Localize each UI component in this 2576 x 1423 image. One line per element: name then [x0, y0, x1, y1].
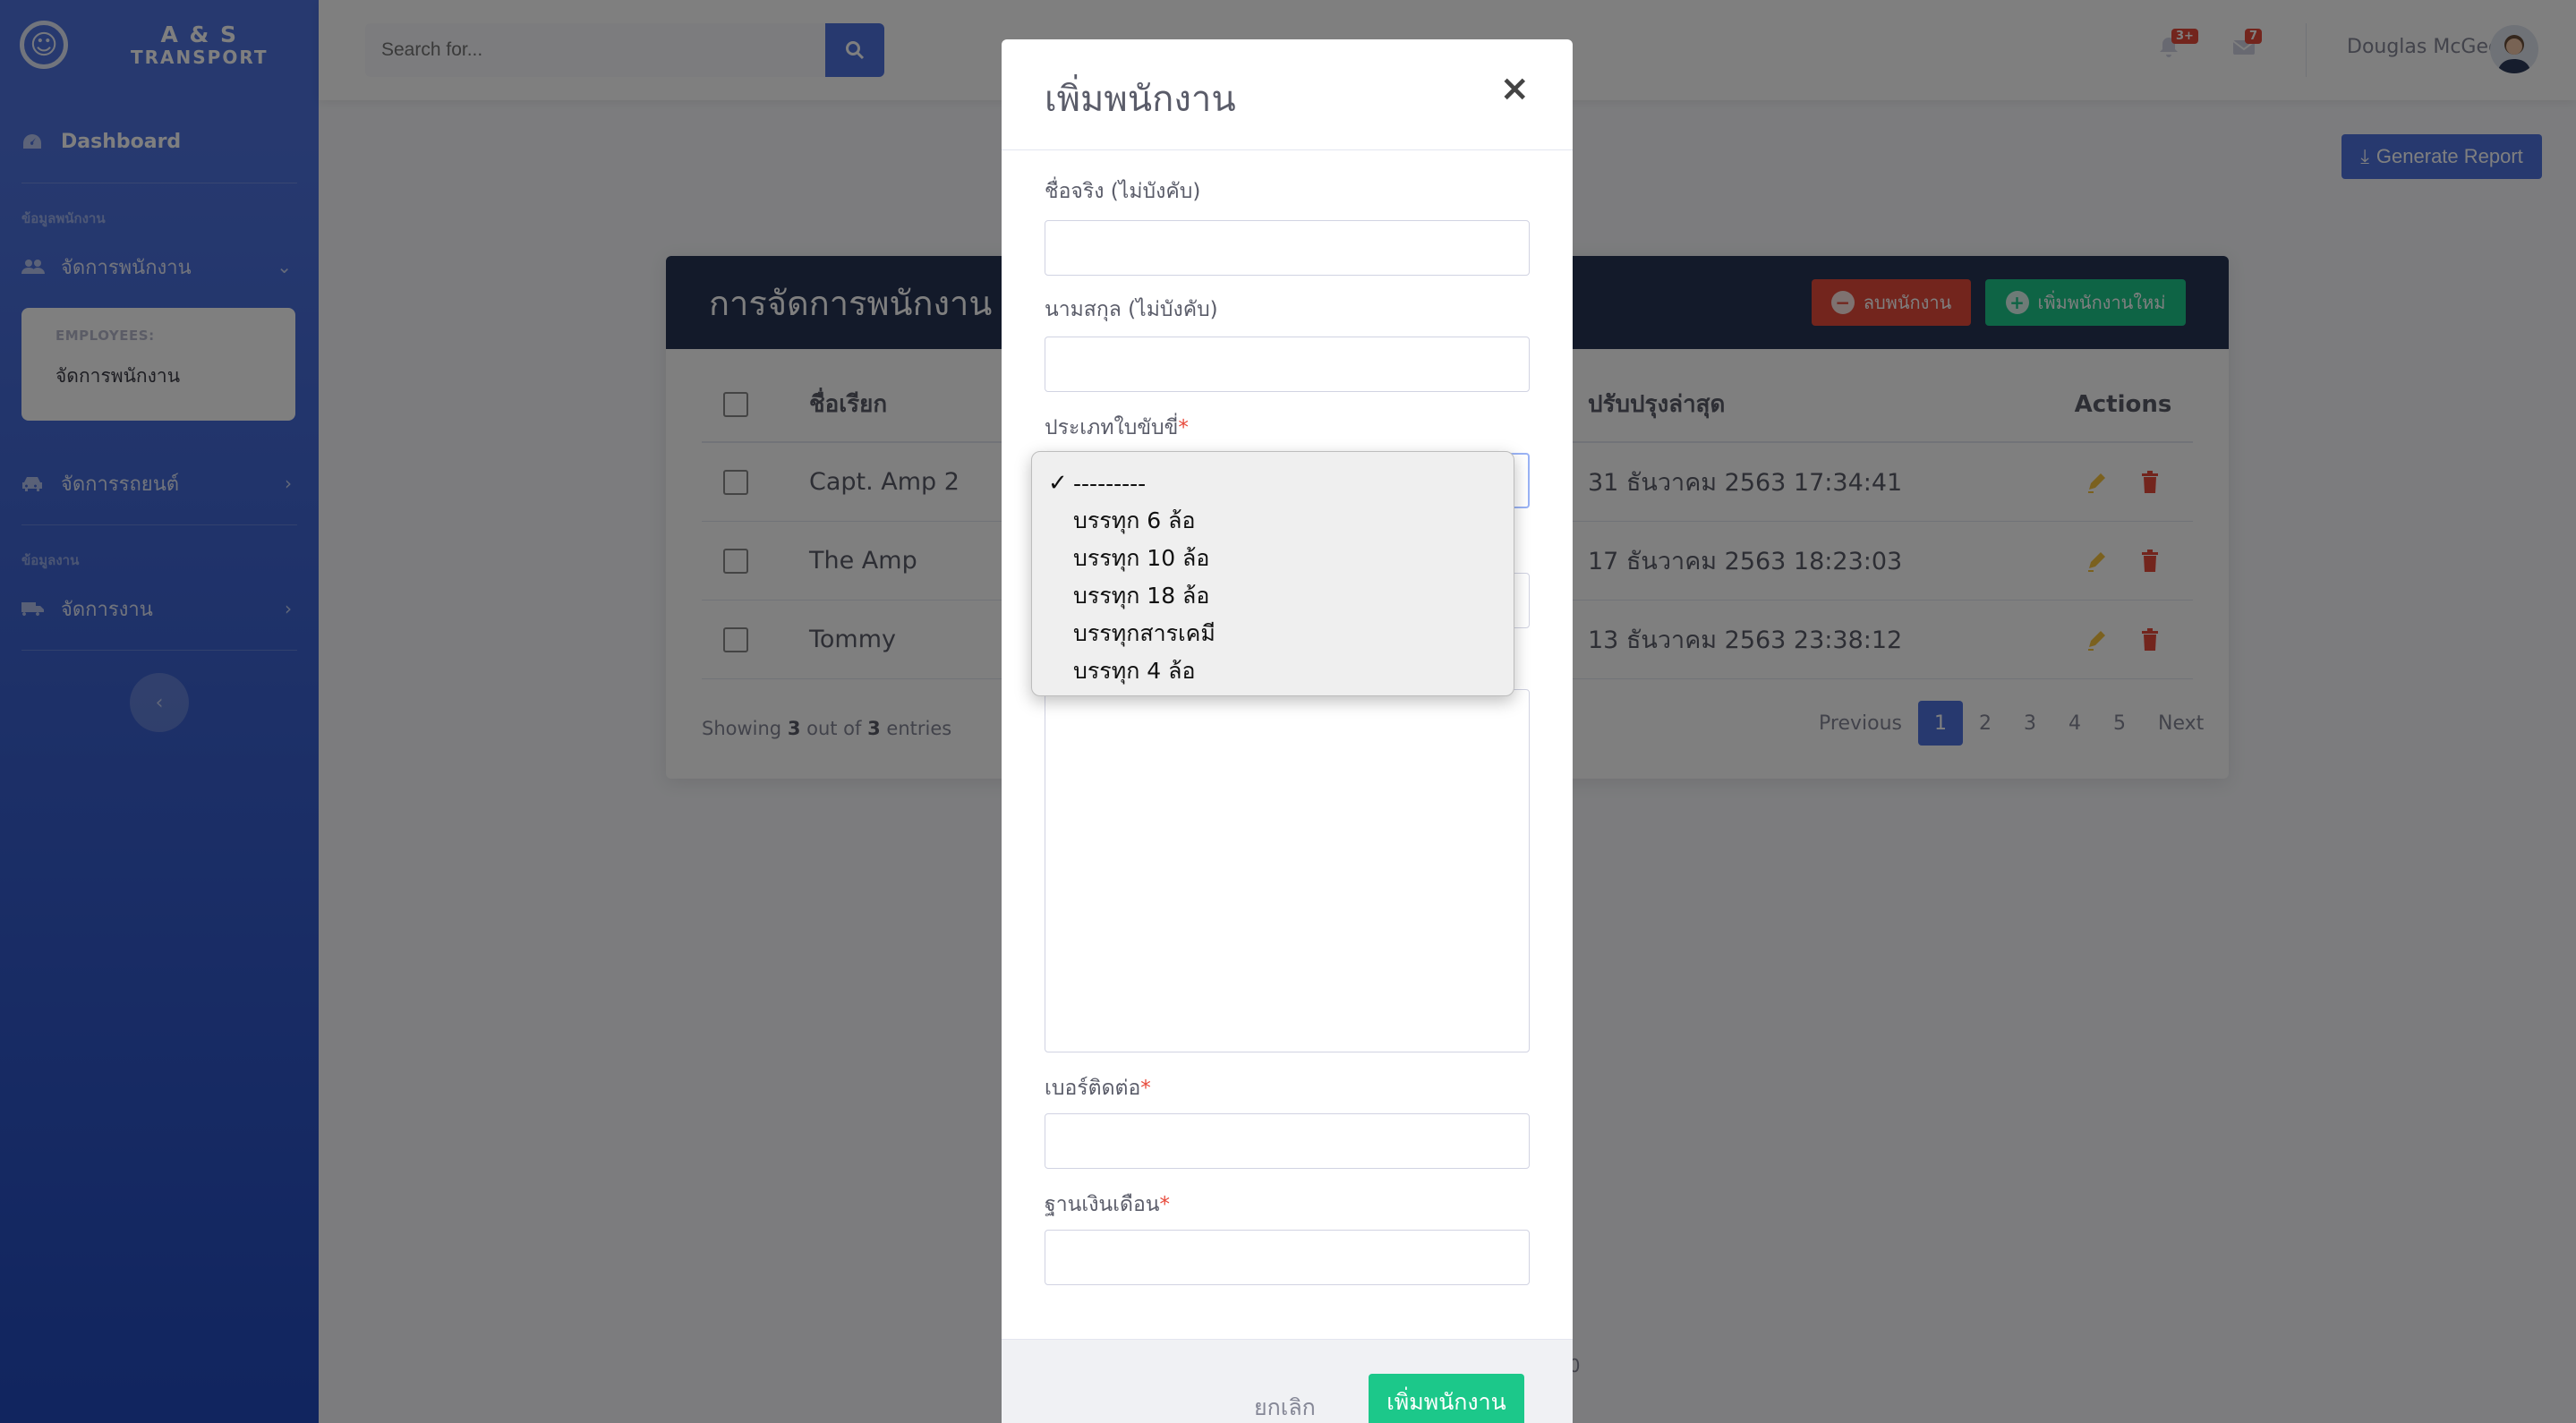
modal-header: เพิ่มพนักงาน ×: [1002, 39, 1573, 150]
submit-add-employee-button[interactable]: เพิ่มพนักงาน: [1369, 1374, 1524, 1423]
last-name-field[interactable]: [1045, 337, 1530, 392]
phone-field[interactable]: [1045, 1113, 1530, 1169]
close-icon[interactable]: ×: [1499, 68, 1530, 109]
option-label: บรรทุก 10 ล้อ: [1073, 545, 1210, 571]
salary-label: ฐานเงินเดือน*: [1045, 1189, 1170, 1221]
salary-label-text: ฐานเงินเดือน: [1045, 1193, 1160, 1216]
phone-label: เบอร์ติดต่อ*: [1045, 1072, 1151, 1104]
address-textarea[interactable]: [1045, 689, 1530, 1052]
salary-field[interactable]: [1045, 1230, 1530, 1285]
option-label: ---------: [1073, 470, 1147, 497]
option-label: บรรทุก 18 ล้อ: [1073, 583, 1210, 609]
dropdown-option[interactable]: บรรทุก 18 ล้อ: [1032, 577, 1514, 615]
add-employee-modal: เพิ่มพนักงาน × ชื่อจริง (ไม่บังคับ) นามส…: [1002, 39, 1573, 1423]
dropdown-option[interactable]: บรรทุก 10 ล้อ: [1032, 540, 1514, 577]
license-type-label-text: ประเภทใบขับขี่: [1045, 416, 1179, 439]
required-mark: *: [1140, 1077, 1151, 1100]
first-name-label: ชื่อจริง (ไม่บังคับ): [1045, 180, 1201, 203]
option-label: บรรทุกสารเคมี: [1073, 620, 1215, 646]
required-mark: *: [1178, 416, 1189, 439]
phone-label-text: เบอร์ติดต่อ: [1045, 1077, 1141, 1100]
modal-title: เพิ่มพนักงาน: [1045, 79, 1236, 120]
first-name-field[interactable]: [1045, 220, 1530, 276]
checkmark-icon: ✓: [1048, 470, 1068, 497]
cancel-button[interactable]: ยกเลิก: [1254, 1390, 1316, 1423]
dropdown-option[interactable]: บรรทุกสารเคมี: [1032, 615, 1514, 652]
dropdown-option-selected[interactable]: ✓ ---------: [1032, 464, 1514, 502]
license-type-dropdown-list: ✓ --------- บรรทุก 6 ล้อ บรรทุก 10 ล้อ บ…: [1031, 451, 1514, 696]
required-mark: *: [1159, 1193, 1170, 1216]
last-name-label: นามสกุล (ไม่บังคับ): [1045, 298, 1218, 321]
modal-footer: ยกเลิก เพิ่มพนักงาน: [1002, 1339, 1573, 1423]
option-label: บรรทุก 4 ล้อ: [1073, 658, 1196, 684]
dropdown-option[interactable]: บรรทุก 6 ล้อ: [1032, 502, 1514, 540]
license-type-label: ประเภทใบขับขี่*: [1045, 412, 1189, 444]
option-label: บรรทุก 6 ล้อ: [1073, 507, 1196, 533]
dropdown-option[interactable]: บรรทุก 4 ล้อ: [1032, 652, 1514, 690]
